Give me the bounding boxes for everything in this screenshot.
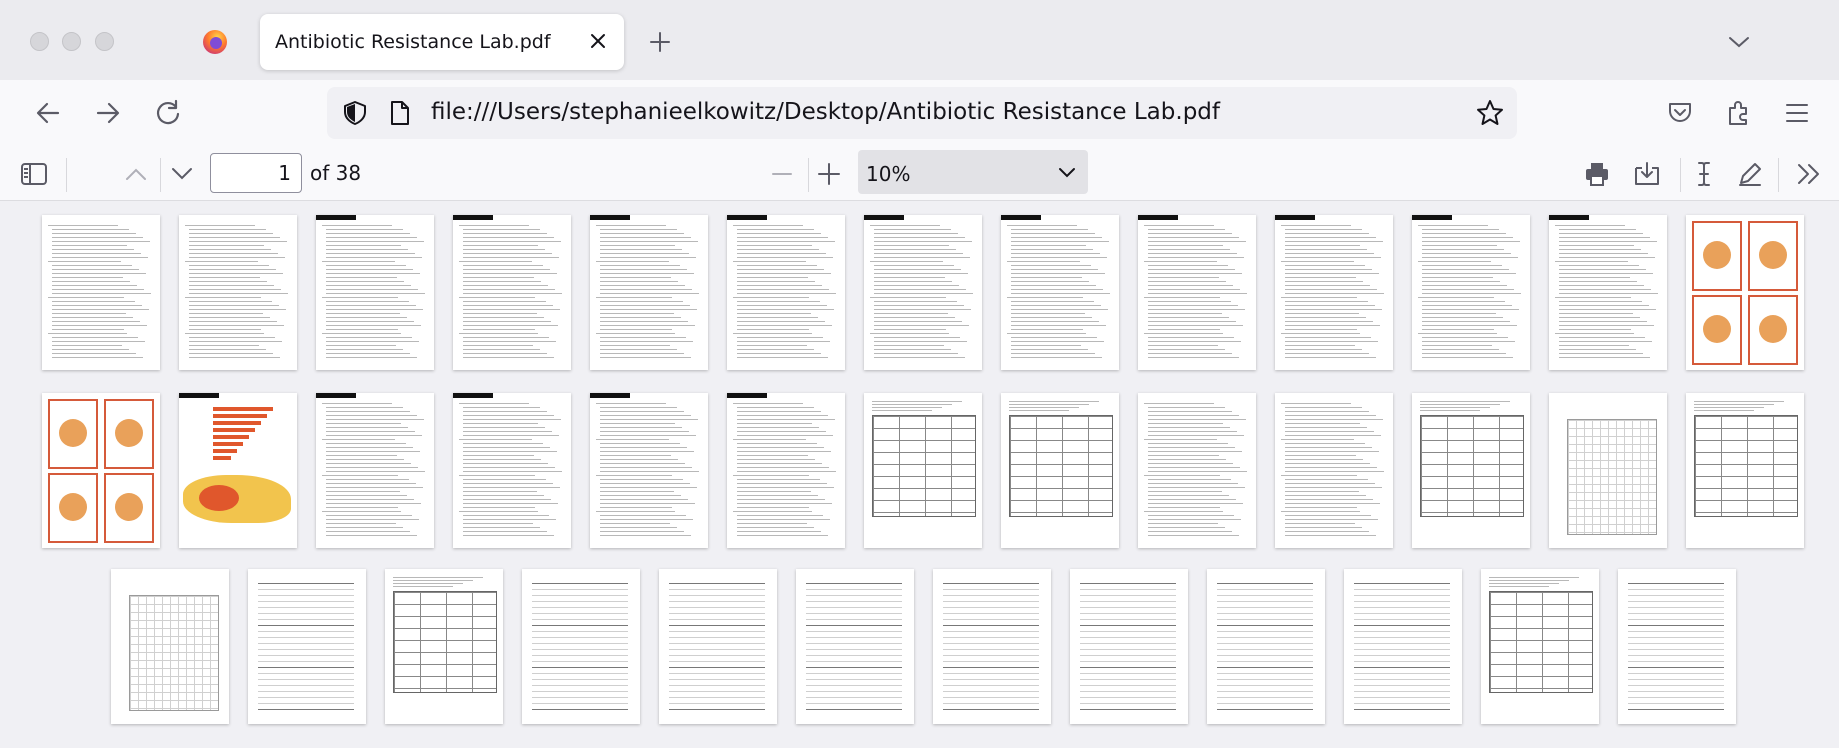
page-thumbnail[interactable] (453, 393, 571, 548)
sidebar-toggle-icon[interactable] (20, 162, 48, 186)
page-thumbnail[interactable] (727, 215, 845, 370)
pdf-toolbar: 1 of 38 10% (0, 148, 1839, 201)
page-thumbnail[interactable] (727, 393, 845, 548)
document-icon[interactable] (389, 100, 411, 126)
page-thumbnail[interactable] (1275, 393, 1393, 548)
page-thumbnail[interactable] (1686, 215, 1804, 370)
page-thumbnail[interactable] (1618, 569, 1736, 724)
page-thumbnail[interactable] (1070, 569, 1188, 724)
print-icon[interactable] (1583, 160, 1611, 188)
page-thumbnail[interactable] (590, 393, 708, 548)
window-minimize-button[interactable] (62, 32, 81, 51)
zoom-select[interactable]: 10% (858, 150, 1088, 194)
page-thumbnail[interactable] (1138, 393, 1256, 548)
page-thumbnail[interactable] (1275, 215, 1393, 370)
page-thumbnail[interactable] (1481, 569, 1599, 724)
chevron-down-icon[interactable] (1727, 32, 1751, 52)
page-thumbnail[interactable] (42, 215, 160, 370)
zoom-in-icon[interactable] (816, 161, 842, 187)
hamburger-menu-icon[interactable] (1784, 100, 1810, 126)
separator (160, 158, 161, 192)
pdf-viewer[interactable] (0, 201, 1839, 748)
close-icon[interactable] (588, 31, 608, 51)
separator (66, 158, 67, 192)
page-thumbnail[interactable] (1001, 215, 1119, 370)
reload-icon[interactable] (154, 99, 182, 127)
page-thumbnail[interactable] (864, 393, 982, 548)
draw-pen-icon[interactable] (1736, 160, 1764, 188)
page-thumbnail[interactable] (453, 215, 571, 370)
page-thumbnail[interactable] (316, 393, 434, 548)
nav-bar: file:///Users/stephanieelkowitz/Desktop/… (0, 80, 1839, 148)
tab-bar: Antibiotic Resistance Lab.pdf (0, 0, 1839, 80)
forward-arrow-icon[interactable] (94, 99, 122, 127)
tab-active[interactable]: Antibiotic Resistance Lab.pdf (260, 14, 624, 70)
page-thumbnail[interactable] (864, 215, 982, 370)
page-thumbnail[interactable] (1344, 569, 1462, 724)
page-thumbnail[interactable] (42, 393, 160, 548)
pocket-icon[interactable] (1666, 99, 1694, 127)
page-thumbnail[interactable] (1412, 215, 1530, 370)
page-thumbnail[interactable] (1549, 393, 1667, 548)
page-thumbnail[interactable] (316, 215, 434, 370)
page-thumbnail[interactable] (111, 569, 229, 724)
star-bookmark-icon[interactable] (1476, 99, 1504, 127)
separator (1778, 158, 1779, 192)
url-text[interactable]: file:///Users/stephanieelkowitz/Desktop/… (431, 99, 1220, 125)
page-thumbnail[interactable] (659, 569, 777, 724)
separator (1680, 158, 1681, 192)
separator (808, 158, 809, 192)
zoom-out-icon[interactable] (770, 164, 794, 184)
save-download-icon[interactable] (1632, 160, 1662, 188)
address-bar[interactable]: file:///Users/stephanieelkowitz/Desktop/… (327, 87, 1517, 139)
window-maximize-button[interactable] (95, 32, 114, 51)
page-thumbnail[interactable] (796, 569, 914, 724)
zoom-value: 10% (866, 162, 911, 186)
page-thumbnail[interactable] (1207, 569, 1325, 724)
firefox-icon[interactable] (202, 29, 228, 55)
page-thumbnail[interactable] (590, 215, 708, 370)
page-thumbnail[interactable] (179, 393, 297, 548)
chevron-down-icon (1059, 168, 1075, 178)
page-thumbnail[interactable] (522, 569, 640, 724)
chevron-up-icon[interactable] (124, 164, 148, 184)
double-chevron-right-icon[interactable] (1796, 162, 1822, 186)
page-thumbnail[interactable] (1686, 393, 1804, 548)
tab-title: Antibiotic Resistance Lab.pdf (275, 31, 551, 53)
page-thumbnail[interactable] (385, 569, 503, 724)
shield-icon[interactable] (342, 100, 368, 126)
back-arrow-icon[interactable] (34, 99, 62, 127)
extensions-icon[interactable] (1724, 99, 1752, 127)
page-thumbnail[interactable] (933, 569, 1051, 724)
text-cursor-icon[interactable] (1692, 160, 1716, 188)
page-thumbnail[interactable] (1001, 393, 1119, 548)
page-thumbnail[interactable] (1138, 215, 1256, 370)
chevron-down-icon[interactable] (170, 164, 194, 184)
plus-icon[interactable] (648, 30, 672, 54)
window-close-button[interactable] (30, 32, 49, 51)
page-thumbnail[interactable] (179, 215, 297, 370)
page-number-input[interactable]: 1 (210, 153, 302, 193)
page-thumbnail[interactable] (1412, 393, 1530, 548)
page-count-label: of 38 (310, 161, 362, 185)
page-thumbnail[interactable] (1549, 215, 1667, 370)
page-thumbnail[interactable] (248, 569, 366, 724)
